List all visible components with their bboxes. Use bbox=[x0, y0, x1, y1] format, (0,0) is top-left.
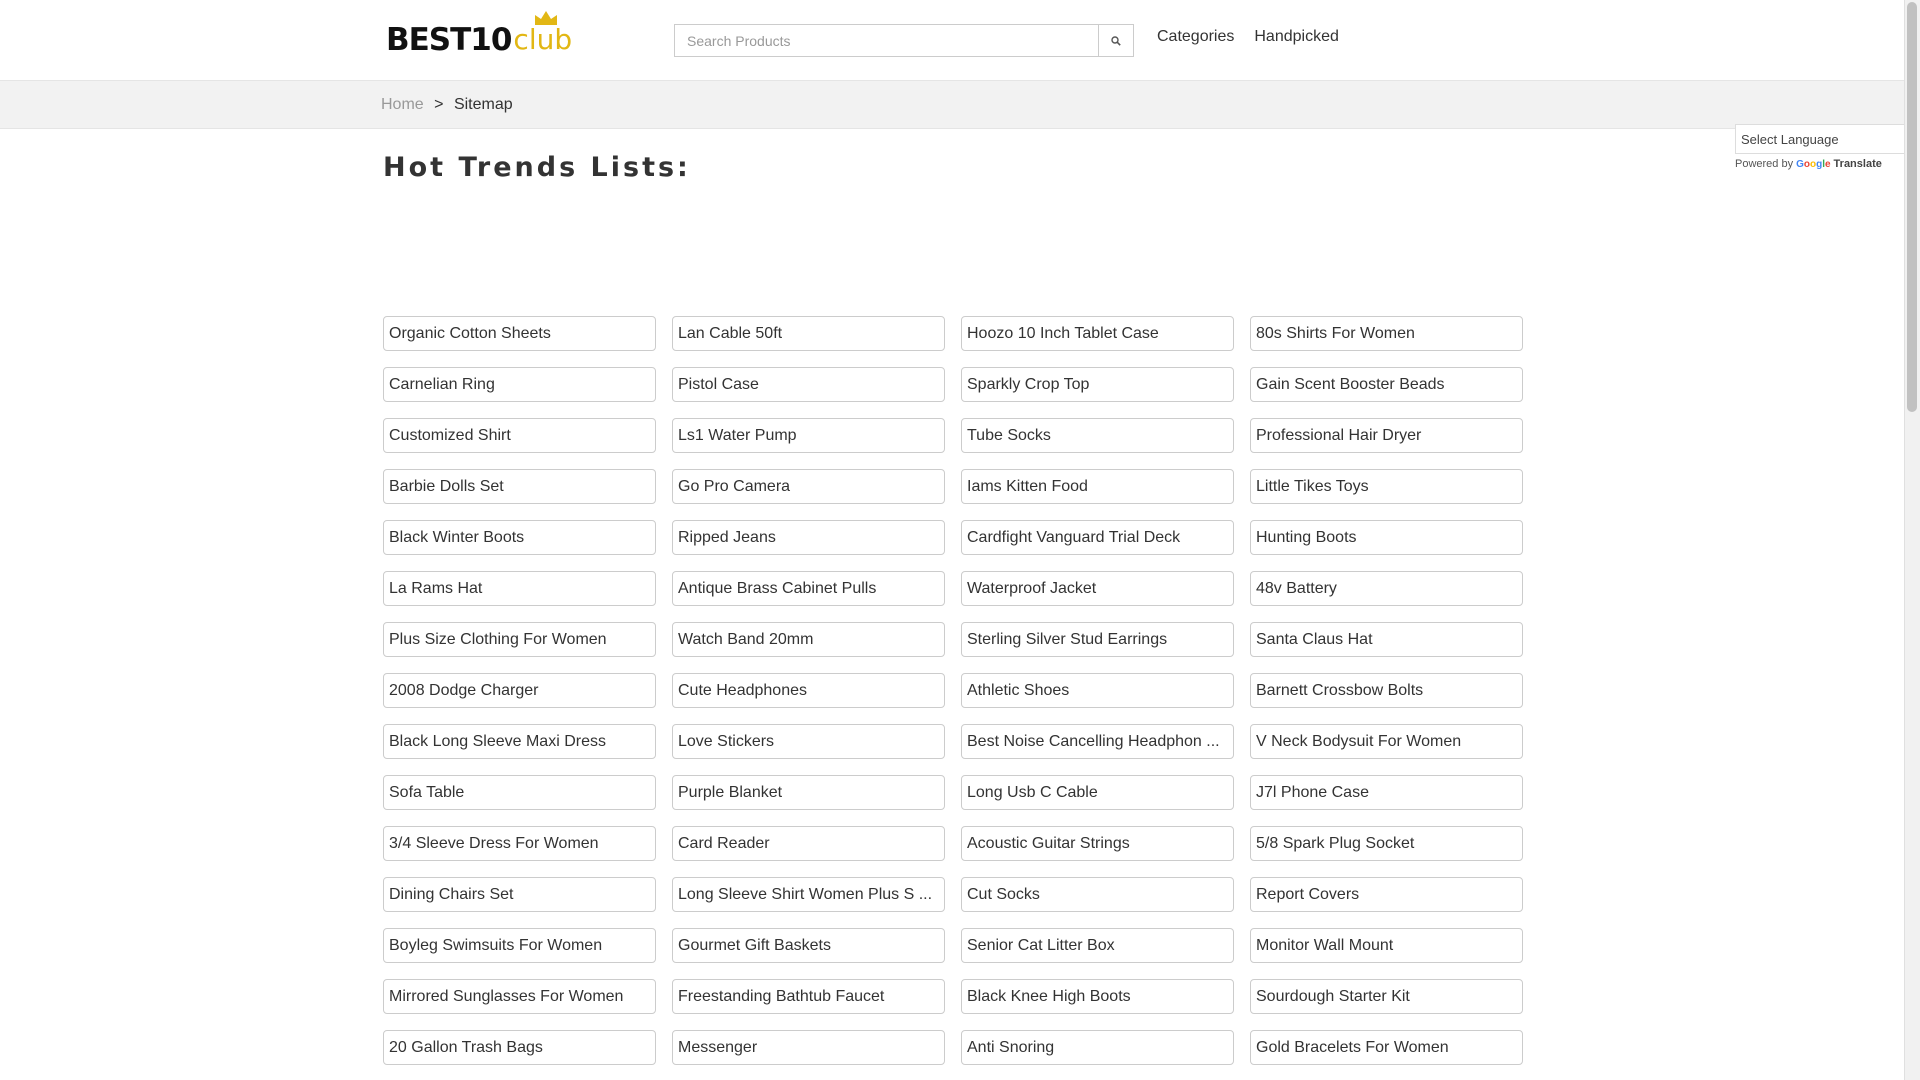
trend-link[interactable]: Senior Cat Litter Box bbox=[961, 928, 1234, 963]
trend-link[interactable]: Antique Brass Cabinet Pulls bbox=[672, 571, 945, 606]
trend-link[interactable]: Long Sleeve Shirt Women Plus S ... bbox=[672, 877, 945, 912]
nav-categories[interactable]: Categories bbox=[1157, 28, 1234, 46]
trend-link[interactable]: 80s Shirts For Women bbox=[1250, 316, 1523, 351]
search-bar bbox=[674, 24, 1134, 57]
logo-club-label: club bbox=[513, 23, 573, 56]
trend-link[interactable]: Purple Blanket bbox=[672, 775, 945, 810]
trend-link[interactable]: Sterling Silver Stud Earrings bbox=[961, 622, 1234, 657]
trend-link[interactable]: Black Long Sleeve Maxi Dress bbox=[383, 724, 656, 759]
trend-link[interactable]: Report Covers bbox=[1250, 877, 1523, 912]
trend-link[interactable]: Carnelian Ring bbox=[383, 367, 656, 402]
trend-link[interactable]: Ripped Jeans bbox=[672, 520, 945, 555]
nav-handpicked[interactable]: Handpicked bbox=[1254, 28, 1339, 46]
trend-link[interactable]: V Neck Bodysuit For Women bbox=[1250, 724, 1523, 759]
trend-link[interactable]: Messenger bbox=[672, 1030, 945, 1065]
trend-link[interactable]: Hoozo 10 Inch Tablet Case bbox=[961, 316, 1234, 351]
trend-link[interactable]: Cute Headphones bbox=[672, 673, 945, 708]
site-logo[interactable]: BEST10 club bbox=[386, 11, 573, 58]
trend-link[interactable]: Barbie Dolls Set bbox=[383, 469, 656, 504]
trend-link[interactable]: Gold Bracelets For Women bbox=[1250, 1030, 1523, 1065]
trend-link[interactable]: Go Pro Camera bbox=[672, 469, 945, 504]
breadcrumb-home-link[interactable]: Home bbox=[381, 96, 424, 113]
trend-link[interactable]: Athletic Shoes bbox=[961, 673, 1234, 708]
scrollbar-thumb[interactable] bbox=[1907, 2, 1917, 412]
trend-link[interactable]: Sourdough Starter Kit bbox=[1250, 979, 1523, 1014]
trend-link[interactable]: Cardfight Vanguard Trial Deck bbox=[961, 520, 1234, 555]
search-icon bbox=[1111, 35, 1121, 46]
trend-link[interactable]: Organic Cotton Sheets bbox=[383, 316, 656, 351]
trend-link[interactable]: Waterproof Jacket bbox=[961, 571, 1234, 606]
trend-link[interactable]: Customized Shirt bbox=[383, 418, 656, 453]
trend-list-grid: Organic Cotton Sheets Lan Cable 50ft Hoozo… bbox=[383, 316, 1523, 1065]
trend-link[interactable]: Black Winter Boots bbox=[383, 520, 656, 555]
trend-link[interactable]: Watch Band 20mm bbox=[672, 622, 945, 657]
trend-link[interactable]: Gain Scent Booster Beads bbox=[1250, 367, 1523, 402]
trend-link[interactable]: Sparkly Crop Top bbox=[961, 367, 1234, 402]
trend-link[interactable]: Love Stickers bbox=[672, 724, 945, 759]
language-select[interactable]: Select Language bbox=[1735, 124, 1905, 154]
trend-link[interactable]: Sofa Table bbox=[383, 775, 656, 810]
breadcrumb-separator: > bbox=[434, 96, 444, 113]
trend-link[interactable]: Mirrored Sunglasses For Women bbox=[383, 979, 656, 1014]
trend-link[interactable]: Ls1 Water Pump bbox=[672, 418, 945, 453]
trend-link[interactable]: 3/4 Sleeve Dress For Women bbox=[383, 826, 656, 861]
page-title: Hot Trends Lists: bbox=[383, 152, 691, 183]
crown-icon bbox=[535, 11, 558, 25]
trend-link[interactable]: Barnett Crossbow Bolts bbox=[1250, 673, 1523, 708]
trend-link[interactable]: Tube Socks bbox=[961, 418, 1234, 453]
page-scrollbar[interactable] bbox=[1904, 0, 1920, 1080]
trend-link[interactable]: Best Noise Cancelling Headphon ... bbox=[961, 724, 1234, 759]
trend-link[interactable]: Boyleg Swimsuits For Women bbox=[383, 928, 656, 963]
trend-link[interactable]: Monitor Wall Mount bbox=[1250, 928, 1523, 963]
trend-link[interactable]: Cut Socks bbox=[961, 877, 1234, 912]
breadcrumb-bar: Home > Sitemap bbox=[0, 81, 1905, 129]
trend-link[interactable]: Dining Chairs Set bbox=[383, 877, 656, 912]
trend-link[interactable]: Hunting Boots bbox=[1250, 520, 1523, 555]
google-translate-widget: Select Language Powered by Google Transl… bbox=[1735, 124, 1905, 170]
trend-link[interactable]: Pistol Case bbox=[672, 367, 945, 402]
powered-by-google: Powered by Google Translate bbox=[1735, 158, 1905, 170]
trend-link[interactable]: Santa Claus Hat bbox=[1250, 622, 1523, 657]
trend-link[interactable]: Card Reader bbox=[672, 826, 945, 861]
trend-link[interactable]: Professional Hair Dryer bbox=[1250, 418, 1523, 453]
search-input[interactable] bbox=[674, 24, 1099, 57]
translate-link[interactable]: Translate bbox=[1834, 158, 1882, 170]
trend-link[interactable]: Iams Kitten Food bbox=[961, 469, 1234, 504]
logo-club-text: club bbox=[513, 11, 573, 58]
powered-by-text: Powered by bbox=[1735, 158, 1794, 170]
trend-link[interactable]: Long Usb C Cable bbox=[961, 775, 1234, 810]
search-button[interactable] bbox=[1099, 24, 1134, 57]
breadcrumb: Home > Sitemap bbox=[381, 96, 513, 114]
trend-link[interactable]: Plus Size Clothing For Women bbox=[383, 622, 656, 657]
trend-link[interactable]: 48v Battery bbox=[1250, 571, 1523, 606]
breadcrumb-current: Sitemap bbox=[453, 96, 513, 113]
trend-link[interactable]: Black Knee High Boots bbox=[961, 979, 1234, 1014]
trend-link[interactable]: Little Tikes Toys bbox=[1250, 469, 1523, 504]
trend-link[interactable]: La Rams Hat bbox=[383, 571, 656, 606]
trend-link[interactable]: Lan Cable 50ft bbox=[672, 316, 945, 351]
trend-link[interactable]: Acoustic Guitar Strings bbox=[961, 826, 1234, 861]
google-logo: Google bbox=[1796, 158, 1831, 170]
trend-link[interactable]: Anti Snoring bbox=[961, 1030, 1234, 1065]
trend-link[interactable]: 2008 Dodge Charger bbox=[383, 673, 656, 708]
trend-link[interactable]: 20 Gallon Trash Bags bbox=[383, 1030, 656, 1065]
site-header: BEST10 club Categories Handpicked bbox=[0, 0, 1905, 81]
trend-link[interactable]: J7l Phone Case bbox=[1250, 775, 1523, 810]
main-nav: Categories Handpicked bbox=[1157, 28, 1339, 46]
logo-best-text: BEST10 bbox=[386, 22, 512, 58]
trend-link[interactable]: Gourmet Gift Baskets bbox=[672, 928, 945, 963]
trend-link[interactable]: Freestanding Bathtub Faucet bbox=[672, 979, 945, 1014]
trend-link[interactable]: 5/8 Spark Plug Socket bbox=[1250, 826, 1523, 861]
